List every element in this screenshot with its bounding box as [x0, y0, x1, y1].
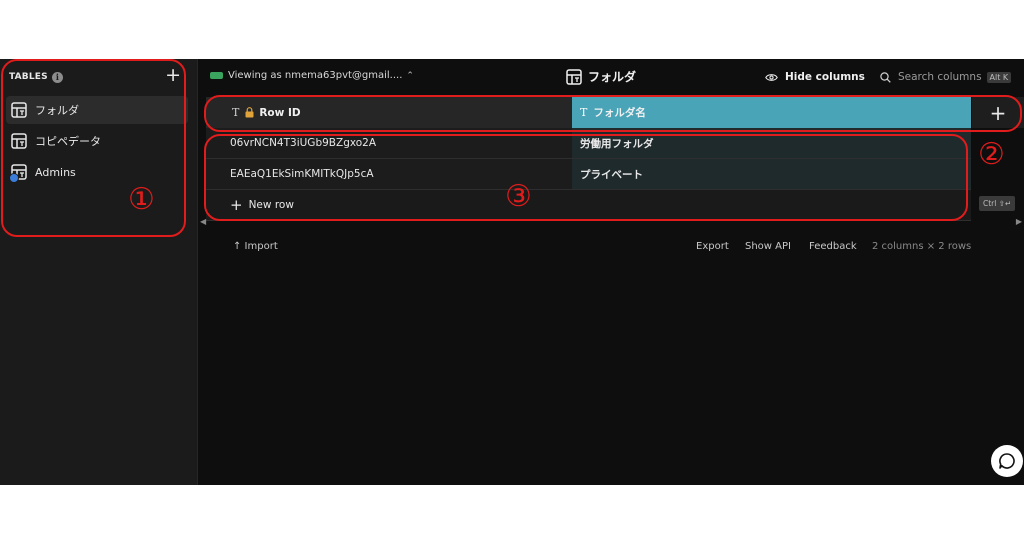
scroll-left-icon[interactable]: ◀: [200, 217, 206, 226]
viewing-as-label: Viewing as nmema63pvt@gmail....: [228, 70, 403, 81]
viewing-as-selector[interactable]: Viewing as nmema63pvt@gmail.... ⌃: [210, 70, 414, 81]
annotation-box-sidebar: [1, 59, 186, 237]
annotation-box-rows: [204, 134, 968, 221]
chevron-updown-icon: ⌃: [406, 70, 414, 81]
annotation-number-2: ②: [978, 137, 1005, 172]
search-shortcut: Alt K: [986, 71, 1012, 83]
new-row-shortcut: Ctrl ⇧↵: [979, 196, 1016, 211]
table-title-text: フォルダ: [588, 70, 637, 84]
export-button[interactable]: Export: [696, 241, 729, 252]
search-icon: [880, 71, 891, 83]
eye-icon: [765, 73, 778, 81]
grid-stats: 2 columns × 2 rows: [872, 241, 972, 252]
chat-bubble-icon: [999, 453, 1015, 469]
user-role-badge: [210, 72, 223, 79]
annotation-number-1: ①: [128, 182, 155, 217]
table-icon: [566, 68, 582, 85]
import-button[interactable]: ↑ Import: [233, 241, 278, 252]
feedback-button[interactable]: Feedback: [809, 241, 857, 252]
hide-columns-button[interactable]: Hide columns: [765, 71, 865, 83]
annotation-box-header: [204, 95, 1022, 132]
toolbar: Viewing as nmema63pvt@gmail.... ⌃ フォルダ H…: [198, 59, 1024, 96]
scroll-right-icon[interactable]: ▶: [1016, 217, 1022, 226]
show-api-button[interactable]: Show API: [745, 241, 791, 252]
search-placeholder: Search columns: [898, 71, 982, 83]
grid-footer: ↑ Import Export Show API Feedback 2 colu…: [198, 241, 1024, 255]
hide-columns-label: Hide columns: [785, 71, 865, 83]
annotation-number-3: ③: [505, 179, 532, 214]
chat-button[interactable]: [991, 445, 1023, 477]
search-columns-input[interactable]: Search columns Alt K: [880, 71, 1012, 83]
table-title: フォルダ: [566, 68, 636, 85]
